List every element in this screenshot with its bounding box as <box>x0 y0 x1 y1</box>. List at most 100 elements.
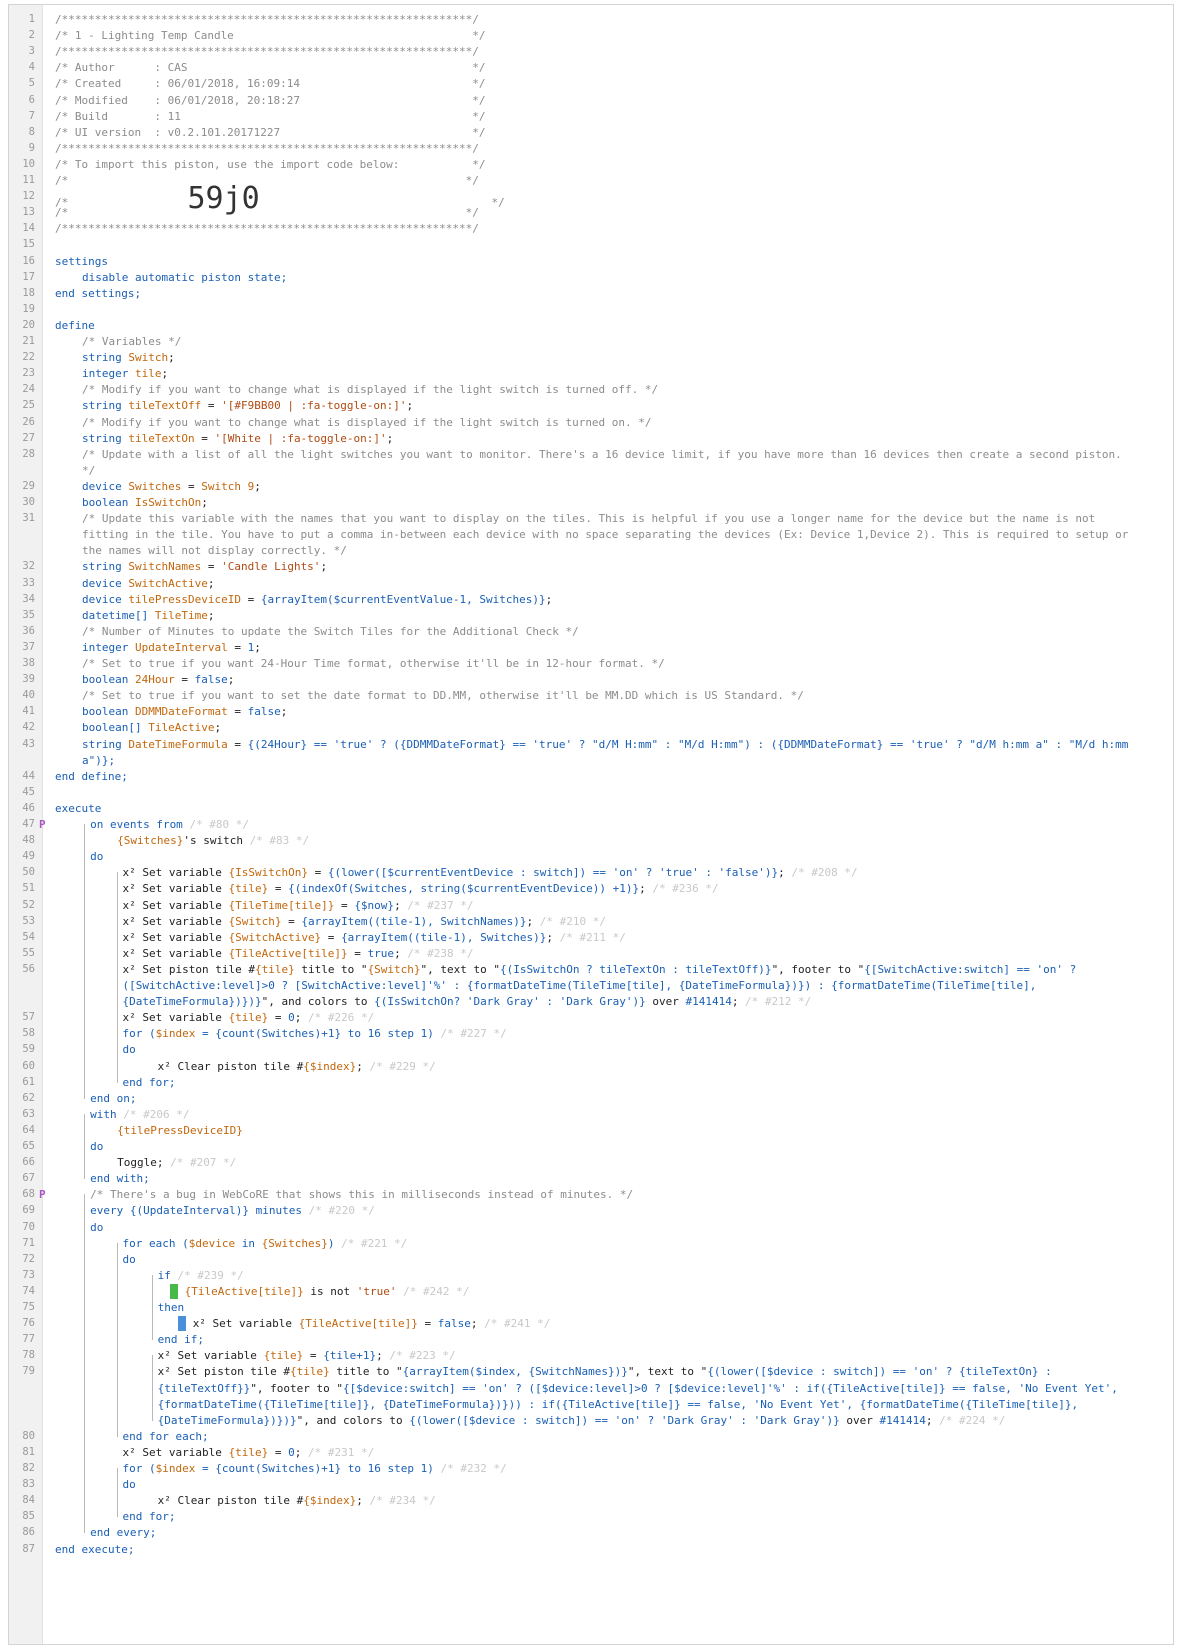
code-text[interactable]: /* UI version : v0.2.101.20171227 */ <box>55 124 485 141</box>
code-text[interactable]: x² Set variable {TileActive[tile]} = tru… <box>123 945 474 962</box>
code-text[interactable]: end define; <box>55 768 128 785</box>
code-text[interactable]: do <box>123 1041 136 1058</box>
code-text[interactable]: x² Set variable {tile} = 0; /* #231 */ <box>123 1444 375 1461</box>
code-text[interactable]: /***************************************… <box>55 140 479 157</box>
code-text[interactable]: end execute; <box>55 1541 134 1558</box>
code-text[interactable]: integer tile; <box>82 365 168 382</box>
code-editor[interactable]: 1 /**************************************… <box>8 4 1174 1645</box>
code-text[interactable]: x² Set variable {TileActive[tile]} = fal… <box>193 1315 551 1332</box>
code-text[interactable]: end for each; <box>123 1428 209 1445</box>
code-text[interactable]: /* Modified : 06/01/2018, 20:18:27 */ <box>55 92 485 109</box>
code-text[interactable]: /* To import this piston, use the import… <box>55 156 485 173</box>
code-text[interactable]: end for; <box>123 1074 176 1091</box>
code-text[interactable]: /* */ <box>55 172 479 189</box>
code-text[interactable]: /* Author : CAS */ <box>55 59 485 76</box>
code-text[interactable]: x² Set variable {SwitchActive} = {arrayI… <box>123 929 626 946</box>
code-text[interactable]: boolean[] TileActive; <box>82 719 221 736</box>
code-text[interactable]: /* Update with a list of all the light s… <box>82 446 1122 463</box>
code-text[interactable]: x² Clear piston tile #{$index}; /* #234 … <box>158 1492 436 1509</box>
code-text[interactable]: x² Set variable {TileTime[tile]} = {$now… <box>123 897 474 914</box>
code-text[interactable]: x² Set variable {tile} = {tile+1}; /* #2… <box>158 1347 456 1364</box>
code-text[interactable]: do <box>90 1138 103 1155</box>
code-text[interactable]: /* Set to true if you want to set the da… <box>82 687 804 704</box>
code-text[interactable]: Toggle; /* #207 */ <box>117 1154 236 1171</box>
code-text[interactable]: /* There's a bug in WebCoRE that shows t… <box>90 1186 633 1203</box>
code-text[interactable]: end for; <box>123 1508 176 1525</box>
code-text[interactable]: do <box>90 848 103 865</box>
code-text[interactable]: {DateTimeFormula})})}", and colors to {(… <box>158 1412 1006 1429</box>
code-text[interactable]: disable automatic piston state; <box>82 269 287 286</box>
code-text[interactable]: fitting in the tile. You have to put a c… <box>82 526 1128 543</box>
code-text[interactable]: datetime[] TileTime; <box>82 607 214 624</box>
code-text[interactable]: define <box>55 317 95 334</box>
code-text[interactable]: integer UpdateInterval = 1; <box>82 639 261 656</box>
code-text[interactable]: device tilePressDeviceID = {arrayItem($c… <box>82 591 552 608</box>
code-text[interactable]: if /* #239 */ <box>158 1267 244 1284</box>
code-text[interactable]: x² Set variable {tile} = {(indexOf(Switc… <box>123 880 719 897</box>
code-text[interactable]: string tileTextOn = '[White | :fa-toggle… <box>82 430 393 447</box>
code-text[interactable]: for each ($device in {Switches}) /* #221… <box>123 1235 408 1252</box>
code-text[interactable]: /* Set to true if you want 24-Hour Time … <box>82 655 665 672</box>
code-text[interactable]: string SwitchNames = 'Candle Lights'; <box>82 558 327 575</box>
code-text[interactable]: /***************************************… <box>55 220 479 237</box>
restriction-marker-icon[interactable]: P <box>39 816 49 833</box>
code-text[interactable]: end settings; <box>55 285 141 302</box>
code-text[interactable]: end on; <box>90 1090 136 1107</box>
code-text[interactable]: do <box>90 1219 103 1236</box>
code-text[interactable]: x² Set piston tile #{tile} title to "{ar… <box>158 1363 1052 1380</box>
code-text[interactable]: x² Set variable {Switch} = {arrayItem((t… <box>123 913 606 930</box>
code-text[interactable]: /***************************************… <box>55 43 479 60</box>
code-text[interactable]: then <box>158 1299 185 1316</box>
code-text[interactable]: /* */ <box>55 204 479 221</box>
code-text[interactable]: x² Set piston tile #{tile} title to "{Sw… <box>123 961 1077 978</box>
code-text[interactable]: every {(UpdateInterval)} minutes /* #220… <box>90 1202 375 1219</box>
code-text[interactable]: /* Update this variable with the names t… <box>82 510 1095 527</box>
code-text[interactable]: string tileTextOff = '[#F9BB00 | :fa-tog… <box>82 397 413 414</box>
code-token: = <box>201 560 222 574</box>
code-text[interactable]: boolean DDMMDateFormat = false; <box>82 703 287 720</box>
restriction-marker-icon[interactable]: P <box>39 1186 49 1203</box>
code-text[interactable]: settings <box>55 253 108 270</box>
code-text[interactable]: {Switches}'s switch /* #83 */ <box>117 832 309 849</box>
code-token: {DateTimeFormula})})} <box>157 1413 297 1427</box>
code-text[interactable]: end if; <box>158 1331 204 1348</box>
code-text[interactable]: execute <box>55 800 101 817</box>
code-text[interactable]: /* Modify if you want to change what is … <box>82 414 652 431</box>
code-text[interactable]: /* Modify if you want to change what is … <box>82 381 658 398</box>
code-line: 32 string SwitchNames = 'Candle Lights'; <box>9 558 1173 575</box>
code-text[interactable]: for ($index = {count(Switches)+1} to 16 … <box>123 1460 507 1477</box>
code-text[interactable]: do <box>123 1251 136 1268</box>
code-text[interactable]: /* Build : 11 */ <box>55 108 485 125</box>
code-text[interactable]: {TileActive[tile]} is not 'true' /* #242… <box>185 1283 470 1300</box>
code-text[interactable]: /* 1 - Lighting Temp Candle */ <box>55 27 485 44</box>
code-text[interactable]: /* Number of Minutes to update the Switc… <box>82 623 579 640</box>
code-text[interactable]: device Switches = Switch 9; <box>82 478 261 495</box>
code-text[interactable]: boolean IsSwitchOn; <box>82 494 208 511</box>
code-token: = <box>227 705 248 719</box>
code-text[interactable]: /* Variables */ <box>82 333 181 350</box>
code-text[interactable]: {formatDateTime({TileTime[tile]}, {DateT… <box>158 1396 1079 1413</box>
code-text[interactable]: the names will not display correctly. */ <box>82 542 347 559</box>
code-text[interactable]: on events from /* #80 */ <box>90 816 249 833</box>
code-text[interactable]: end every; <box>90 1524 156 1541</box>
code-text[interactable]: string Switch; <box>82 349 175 366</box>
code-text[interactable]: {tileTextOff}}", footer to "{[$device:sw… <box>158 1380 1118 1397</box>
code-text[interactable]: {DateTimeFormula})})}", and colors to {(… <box>123 993 812 1010</box>
code-text[interactable]: ([SwitchActive:level]>0 ? [SwitchActive:… <box>123 977 1037 994</box>
code-text[interactable]: x² Set variable {tile} = 0; /* #226 */ <box>123 1009 375 1026</box>
code-text[interactable]: x² Set variable {IsSwitchOn} = {(lower([… <box>123 864 858 881</box>
code-text[interactable]: for ($index = {count(Switches)+1} to 16 … <box>123 1025 507 1042</box>
code-text[interactable]: x² Clear piston tile #{$index}; /* #229 … <box>158 1058 436 1075</box>
code-text[interactable]: end with; <box>90 1170 150 1187</box>
code-text[interactable]: a")}; <box>82 752 115 769</box>
code-token: ; <box>356 1059 363 1073</box>
code-text[interactable]: string DateTimeFormula = {(24Hour} == 't… <box>82 736 1128 753</box>
code-text[interactable]: device SwitchActive; <box>82 575 214 592</box>
code-text[interactable]: */ <box>82 462 95 479</box>
code-text[interactable]: boolean 24Hour = false; <box>82 671 234 688</box>
code-text[interactable]: {tilePressDeviceID} <box>117 1122 243 1139</box>
code-text[interactable]: with /* #206 */ <box>90 1106 189 1123</box>
code-text[interactable]: do <box>123 1476 136 1493</box>
code-text[interactable]: /* Created : 06/01/2018, 16:09:14 */ <box>55 75 485 92</box>
code-text[interactable]: /***************************************… <box>55 11 479 28</box>
